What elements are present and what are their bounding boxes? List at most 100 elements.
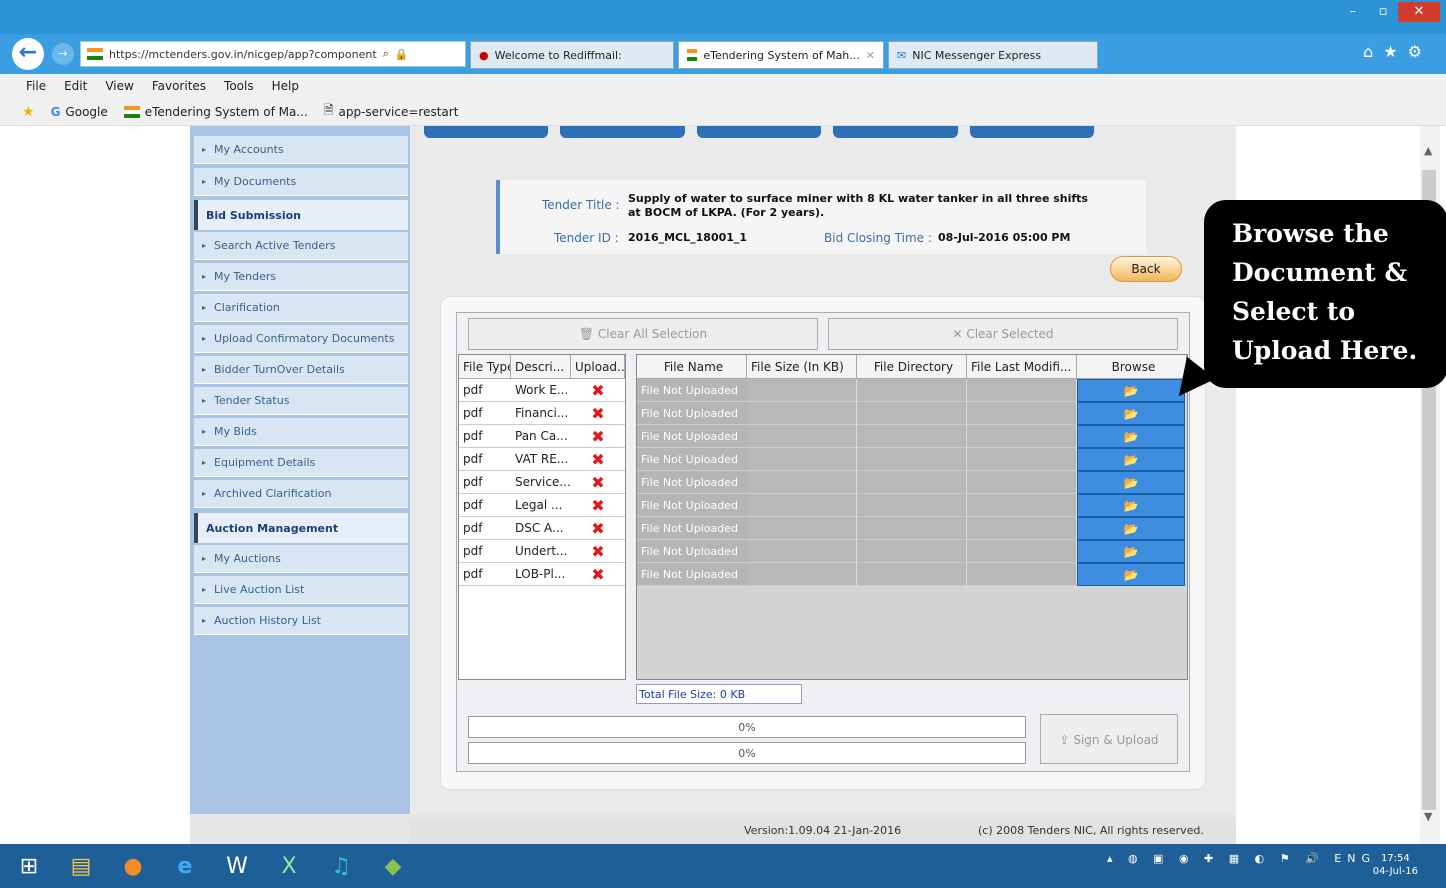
description-cell[interactable]: Undert... [511,540,571,563]
sidebar-item-upload-confirmatory[interactable]: ▸ Upload Confirmatory Documents [194,325,408,353]
browse-button[interactable]: 📂 [1077,471,1185,494]
step-tab[interactable] [833,126,958,138]
tab-rediffmail[interactable]: ● Welcome to Rediffmail: [470,41,674,69]
sidebar-item-my-accounts[interactable]: ▸ My Accounts [194,136,408,164]
forward-arrow-icon[interactable]: → [52,43,74,65]
menu-view[interactable]: View [105,79,133,93]
taskbar-clock[interactable]: 17:54 04-Jul-16 [1373,852,1418,878]
description-cell[interactable]: Pan Ca... [511,425,571,448]
file-modified-cell [967,402,1077,425]
star-icon[interactable]: ★ [1383,42,1407,61]
browse-button[interactable]: 📂 [1077,448,1185,471]
menu-tools[interactable]: Tools [224,79,254,93]
sidebar-item-my-bids[interactable]: ▸ My Bids [194,418,408,446]
browse-button[interactable]: 📂 [1077,540,1185,563]
tray-icons[interactable]: ▴ ◍ ▣ ◉ ✚ ▦ ◐ ⚑ 🔊 [1107,852,1325,865]
home-icon[interactable]: ⌂ [1363,42,1383,61]
clear-selected-button[interactable]: ✕ Clear Selected [828,318,1178,350]
file-name-cell: File Not Uploaded [637,494,747,517]
column-header[interactable]: File Directory [857,355,967,379]
gear-icon[interactable]: ⚙ [1408,42,1432,61]
word-icon[interactable]: W [214,846,260,886]
description-cell[interactable]: LOB-Pl... [511,563,571,586]
description-cell[interactable]: Service... [511,471,571,494]
file-explorer-icon[interactable]: ▤ [58,846,104,886]
browse-button[interactable]: 📂 [1077,494,1185,517]
sidebar-item-my-tenders[interactable]: ▸ My Tenders [194,263,408,291]
fav-app-service[interactable]: 🗎 app-service=restart [324,101,459,122]
column-header[interactable]: Browse [1077,355,1187,379]
sidebar-item-live-auction-list[interactable]: ▸ Live Auction List [194,576,408,604]
column-header[interactable]: File Name [637,355,747,379]
messenger-icon: ✉ [897,48,907,62]
sidebar-item-search-active-tenders[interactable]: ▸ Search Active Tenders [194,232,408,260]
excel-icon[interactable]: X [266,846,312,886]
sidebar-item-bidder-turnover[interactable]: ▸ Bidder TurnOver Details [194,356,408,384]
column-header[interactable]: File Type [459,355,511,379]
menu-help[interactable]: Help [272,79,299,93]
window-controls: – ▫ ✕ [1338,2,1440,22]
description-cell[interactable]: Financi... [511,402,571,425]
fav-google[interactable]: G Google [51,105,108,119]
step-tab[interactable] [696,126,822,138]
minimize-icon[interactable]: – [1338,2,1368,22]
back-button[interactable]: Back [1110,256,1182,282]
headphones-icon[interactable]: ♫ [318,846,364,886]
description-cell[interactable]: Work E... [511,379,571,402]
tender-id-value: 2016_MCL_18001_1 [628,231,748,244]
clear-all-selection-button[interactable]: 🗑 Clear All Selection [468,318,818,350]
not-uploaded-x-icon: ✖ [571,471,625,494]
sidebar-item-archived-clarification[interactable]: ▸ Archived Clarification [194,480,408,508]
browse-button[interactable]: 📂 [1077,517,1185,540]
sidebar-item-my-documents[interactable]: ▸ My Documents [194,168,408,196]
menu-file[interactable]: File [26,79,46,93]
menu-edit[interactable]: Edit [64,79,87,93]
firefox-icon[interactable]: ● [110,846,156,886]
internet-explorer-icon[interactable]: e [162,846,208,886]
search-icon[interactable]: ⌕ [383,47,389,61]
description-cell[interactable]: DSC A... [511,517,571,540]
close-tab-icon[interactable]: ✕ [866,49,875,62]
file-type-cell: pdf [459,563,511,586]
language-indicator[interactable]: ENG [1334,852,1376,865]
close-icon[interactable]: ✕ [1398,2,1440,22]
scroll-down-icon[interactable]: ▼ [1424,810,1432,823]
fav-etendering[interactable]: eTendering System of Ma... [123,105,308,119]
browse-button[interactable]: 📂 [1077,425,1185,448]
maximize-icon[interactable]: ▫ [1368,2,1398,22]
menu-favorites[interactable]: Favorites [152,79,206,93]
column-header[interactable]: Upload... [571,355,625,379]
browse-button[interactable]: 📂 [1077,563,1185,586]
sign-upload-button[interactable]: ⇪ Sign & Upload [1040,714,1178,764]
sidebar-item-auction-history[interactable]: ▸ Auction History List [194,607,408,635]
favorites-star-icon[interactable]: ★ [22,104,35,120]
address-bar[interactable]: https://mctenders.gov.in/nicgep/app?comp… [80,41,466,67]
description-cell[interactable]: VAT RE... [511,448,571,471]
description-cell[interactable]: Legal ... [511,494,571,517]
clock-time: 17:54 [1380,853,1410,864]
bullet-icon: ▸ [202,427,207,436]
column-header[interactable]: Descri... [511,355,571,379]
browse-button[interactable]: 📂 [1077,402,1185,425]
tab-etendering[interactable]: eTendering System of Mah... ✕ [678,41,884,69]
sidebar-item-clarification[interactable]: ▸ Clarification [194,294,408,322]
file-directory-cell [857,540,967,563]
column-header[interactable]: File Last Modifi... [967,355,1077,379]
file-directory-cell [857,494,967,517]
tab-nic-messenger[interactable]: ✉ NIC Messenger Express [888,41,1098,69]
step-tab[interactable] [969,126,1095,138]
callout-line: Browse the [1232,219,1389,248]
step-tab[interactable] [424,126,549,138]
scroll-up-icon[interactable]: ▲ [1424,144,1432,157]
stack-app-icon[interactable]: ◆ [370,846,416,886]
bullet-icon: ▸ [202,272,207,281]
file-type-cell: pdf [459,425,511,448]
windows-start-icon[interactable]: ⊞ [6,846,52,886]
step-tab[interactable] [560,126,685,138]
sidebar-item-equipment-details[interactable]: ▸ Equipment Details [194,449,408,477]
column-header[interactable]: File Size (In KB) [747,355,857,379]
file-modified-cell [967,425,1077,448]
sidebar-item-my-auctions[interactable]: ▸ My Auctions [194,545,408,573]
back-arrow-icon[interactable]: ← [12,38,44,70]
sidebar-item-tender-status[interactable]: ▸ Tender Status [194,387,408,415]
